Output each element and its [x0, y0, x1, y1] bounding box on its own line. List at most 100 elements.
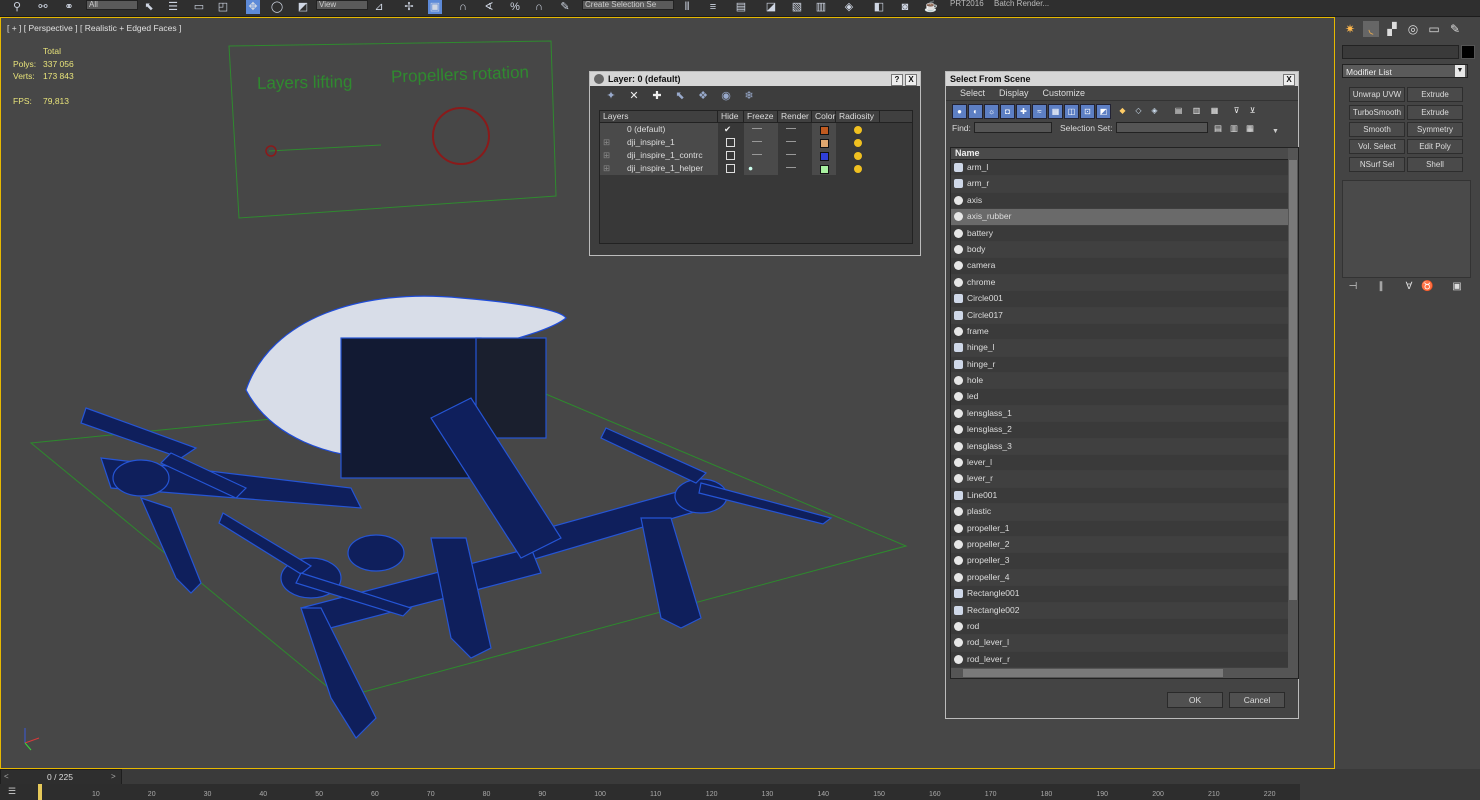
- current-check-icon[interactable]: ✔: [724, 124, 731, 134]
- current-checkbox[interactable]: [726, 164, 735, 174]
- list-item[interactable]: propeller_2: [951, 536, 1298, 554]
- layer-row[interactable]: ⊞ dji_inspire_1_helper ●: [600, 162, 912, 175]
- layer-color-swatch[interactable]: [820, 152, 829, 161]
- sel-set-remove-icon[interactable]: ▦: [1246, 121, 1254, 135]
- layer-window-titlebar[interactable]: Layer: 0 (default) ? X: [590, 72, 920, 86]
- layer-help-button[interactable]: ?: [891, 74, 903, 86]
- display-xrefs-icon[interactable]: ◫: [1064, 104, 1079, 119]
- list-item[interactable]: Rectangle001: [951, 586, 1298, 603]
- select-invert-icon[interactable]: ◈: [1148, 104, 1161, 117]
- find-input[interactable]: [974, 122, 1052, 133]
- pivot-icon[interactable]: ⊿: [372, 0, 386, 14]
- sfs-titlebar[interactable]: Select From Scene X: [946, 72, 1298, 86]
- list-horizontal-scrollbar[interactable]: [951, 668, 1298, 678]
- list-item[interactable]: hinge_r: [951, 357, 1298, 374]
- snap-3d-icon[interactable]: ∩: [456, 0, 470, 14]
- render-toggle[interactable]: [786, 154, 796, 155]
- freeze-toggle[interactable]: [752, 128, 762, 129]
- track-bar-menu-icon[interactable]: ☰: [8, 786, 16, 797]
- create-layer-icon[interactable]: ✦: [604, 90, 618, 102]
- list-item[interactable]: led: [951, 389, 1298, 406]
- spinner-snap-icon[interactable]: ∩: [532, 0, 546, 14]
- list-item[interactable]: lensglass_2: [951, 422, 1298, 439]
- schematic-view-icon[interactable]: ▥: [814, 0, 828, 14]
- rotate-icon[interactable]: ◯: [270, 0, 284, 14]
- remove-modifier-icon[interactable]: ♉: [1421, 281, 1433, 293]
- menu-select[interactable]: Select: [960, 86, 985, 100]
- modifier-button[interactable]: Shell: [1407, 157, 1463, 172]
- list-item[interactable]: rod: [951, 619, 1298, 636]
- sfs-close-button[interactable]: X: [1283, 74, 1295, 86]
- col-freeze[interactable]: Freeze: [744, 111, 778, 122]
- selection-filter-dropdown[interactable]: All: [86, 0, 138, 10]
- freeze-all-icon[interactable]: ❄: [742, 90, 756, 102]
- layer-manager-icon[interactable]: ▤: [734, 0, 748, 14]
- col-render[interactable]: Render: [778, 111, 812, 122]
- render-toggle[interactable]: [786, 128, 796, 129]
- percent-snap-icon[interactable]: %: [508, 0, 522, 14]
- render-icon[interactable]: ☕: [924, 0, 938, 14]
- list-view-icon[interactable]: ▤: [1172, 104, 1185, 117]
- edit-named-sel-icon[interactable]: ✎: [558, 0, 572, 14]
- prt-label[interactable]: PRT2016: [950, 0, 984, 8]
- keyboard-shortcut-icon[interactable]: ▣: [428, 0, 442, 14]
- list-item[interactable]: hinge_l: [951, 340, 1298, 357]
- list-item[interactable]: lensglass_3: [951, 438, 1298, 456]
- modifier-stack[interactable]: [1342, 180, 1471, 278]
- scale-icon[interactable]: ◩: [296, 0, 310, 14]
- layer-color-swatch[interactable]: [820, 139, 829, 148]
- unlink-icon[interactable]: ⚯: [36, 0, 50, 14]
- display-spacewarps-icon[interactable]: ≈: [1032, 104, 1047, 119]
- modifier-button[interactable]: TurboSmooth: [1349, 105, 1405, 120]
- layer-name[interactable]: ⊞ dji_inspire_1: [600, 136, 718, 149]
- list-vertical-scrollbar[interactable]: [1288, 148, 1298, 678]
- list-item[interactable]: axis: [951, 193, 1298, 210]
- object-color-swatch[interactable]: [1461, 45, 1475, 59]
- dropdown-arrow-icon[interactable]: ▼: [1455, 65, 1465, 77]
- reference-coord-dropdown[interactable]: View: [316, 0, 368, 10]
- layer-color-swatch[interactable]: [820, 126, 829, 135]
- list-item[interactable]: rod_lever_r: [951, 652, 1298, 669]
- list-item[interactable]: axis_rubber: [951, 209, 1298, 226]
- expand-icon[interactable]: ⊞: [603, 149, 610, 162]
- layer-name[interactable]: 0 (default): [600, 123, 718, 136]
- modifier-button[interactable]: Edit Poly: [1407, 139, 1463, 154]
- menu-display[interactable]: Display: [999, 86, 1029, 100]
- ok-button[interactable]: OK: [1167, 692, 1223, 708]
- col-color[interactable]: Color: [812, 111, 836, 122]
- select-by-name-icon[interactable]: ☰: [166, 0, 180, 14]
- expand-arrow-icon[interactable]: ▼: [1272, 125, 1279, 139]
- selection-set-dropdown[interactable]: [1116, 122, 1208, 133]
- render-setup-icon[interactable]: ◧: [872, 0, 886, 14]
- angle-snap-icon[interactable]: ∢: [482, 0, 496, 14]
- create-tab-icon[interactable]: ✷: [1342, 21, 1358, 37]
- modify-tab-icon[interactable]: ◟: [1363, 21, 1379, 37]
- material-editor-icon[interactable]: ◈: [842, 0, 856, 14]
- list-item[interactable]: propeller_4: [951, 569, 1298, 587]
- list-item[interactable]: propeller_3: [951, 553, 1298, 570]
- modifier-button[interactable]: Unwrap UVW: [1349, 87, 1405, 102]
- list-item[interactable]: plastic: [951, 504, 1298, 521]
- display-all-icon[interactable]: ◩: [1096, 104, 1111, 119]
- hide-all-icon[interactable]: ◉: [719, 90, 733, 102]
- display-cameras-icon[interactable]: ◘: [1000, 104, 1015, 119]
- list-item[interactable]: hole: [951, 373, 1298, 390]
- select-in-layer-icon[interactable]: ⬉: [673, 90, 687, 102]
- expand-icon[interactable]: ⊞: [603, 136, 610, 149]
- current-checkbox[interactable]: [726, 151, 735, 161]
- columns-icon[interactable]: ▦: [1208, 104, 1221, 117]
- name-column-header[interactable]: Name: [951, 148, 1298, 160]
- sel-set-add-icon[interactable]: ▥: [1230, 121, 1238, 135]
- window-crossing-icon[interactable]: ◰: [216, 0, 230, 14]
- rect-region-icon[interactable]: ▭: [192, 0, 206, 14]
- track-bar[interactable]: ☰ 10 20 30 40 50 60 70 80 90 100 110 120 130 140 150 16…: [0, 784, 1300, 800]
- select-none-icon[interactable]: ◇: [1132, 104, 1145, 117]
- list-item[interactable]: battery: [951, 226, 1298, 242]
- highlight-layer-icon[interactable]: ❖: [696, 90, 710, 102]
- modifier-button[interactable]: Smooth: [1349, 122, 1405, 137]
- graphite-icon[interactable]: ◪: [764, 0, 778, 14]
- modifier-button[interactable]: NSurf Sel: [1349, 157, 1405, 172]
- radiosity-icon[interactable]: [854, 138, 862, 147]
- utilities-tab-icon[interactable]: ✎: [1447, 21, 1463, 37]
- col-radiosity[interactable]: Radiosity: [836, 111, 880, 122]
